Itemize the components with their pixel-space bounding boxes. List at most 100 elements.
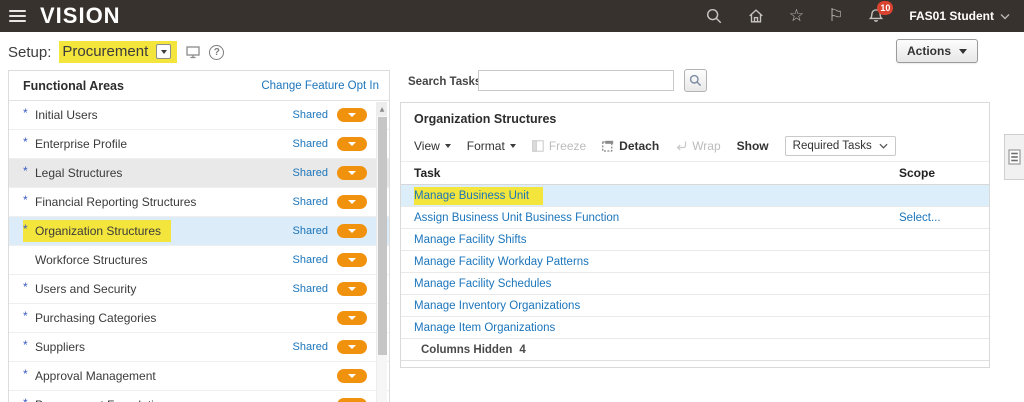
detach-button[interactable]: Detach (602, 139, 659, 153)
functional-area-label: Initial Users (35, 108, 98, 122)
setup-header-bar: Setup: Procurement ? Actions (0, 32, 1024, 70)
required-marker: * (23, 193, 28, 207)
favorites-star-icon[interactable]: ☆ (789, 7, 804, 25)
user-menu[interactable]: FAS01 Student (909, 9, 1010, 23)
area-actions-button[interactable] (337, 195, 367, 209)
offering-dropdown-button[interactable] (156, 44, 172, 59)
functional-area-row-purchasing-categories[interactable]: * Purchasing Categories (9, 304, 389, 333)
home-icon[interactable] (747, 7, 765, 25)
area-actions-button[interactable] (337, 311, 367, 325)
table-row-manage-item-organizations[interactable]: Manage Item Organizations (401, 317, 989, 339)
functional-areas-scrollbar[interactable]: ▲ (376, 102, 387, 402)
task-link[interactable]: Manage Item Organizations (414, 322, 555, 334)
task-link[interactable]: Manage Inventory Organizations (414, 300, 580, 312)
chevron-down-icon (959, 48, 967, 54)
hamburger-menu-icon[interactable] (9, 10, 26, 22)
functional-areas-title: Functional Areas (23, 78, 124, 93)
functional-areas-panel: Functional Areas Change Feature Opt In *… (8, 70, 390, 402)
help-icon[interactable]: ? (209, 44, 225, 60)
shared-link[interactable]: Shared (293, 196, 328, 208)
functional-area-label: Enterprise Profile (35, 137, 128, 151)
chevron-down-icon (348, 113, 356, 117)
shared-link[interactable]: Shared (293, 167, 328, 179)
change-feature-opt-in-link[interactable]: Change Feature Opt In (261, 80, 379, 92)
functional-area-label: Approval Management (35, 369, 156, 383)
chevron-down-icon (348, 142, 356, 146)
functional-area-label: Purchasing Categories (35, 311, 157, 325)
table-row-manage-inventory-organizations[interactable]: Manage Inventory Organizations (401, 295, 989, 317)
actions-button[interactable]: Actions (895, 39, 978, 63)
search-icon[interactable] (705, 7, 723, 25)
watchlist-flag-icon[interactable]: ⚐ (828, 7, 843, 25)
area-actions-button[interactable] (337, 253, 367, 267)
functional-area-row-initial-users[interactable]: * Initial Users Shared (9, 101, 389, 130)
shared-link[interactable]: Shared (293, 109, 328, 121)
functional-area-label: Workforce Structures (35, 253, 148, 267)
scope-select-link[interactable]: Select... (899, 212, 989, 224)
user-name: FAS01 Student (909, 9, 994, 23)
task-link[interactable]: Assign Business Unit Business Function (414, 212, 619, 224)
table-row-manage-facility-workday-patterns[interactable]: Manage Facility Workday Patterns (401, 251, 989, 273)
shared-link[interactable]: Shared (293, 283, 328, 295)
scrollbar-up-arrow[interactable]: ▲ (377, 102, 387, 116)
task-link[interactable]: Manage Facility Workday Patterns (414, 256, 589, 268)
offering-selector[interactable]: Procurement (59, 41, 178, 63)
wrap-button: Wrap (675, 139, 721, 153)
required-marker: * (23, 164, 28, 178)
table-row-manage-facility-shifts[interactable]: Manage Facility Shifts (401, 229, 989, 251)
notifications-bell-icon[interactable]: 10 (867, 1, 894, 25)
functional-area-row-organization-structures[interactable]: * Organization Structures Shared (9, 217, 389, 246)
functional-area-label: Financial Reporting Structures (35, 195, 197, 209)
announcements-icon[interactable] (185, 44, 201, 60)
functional-area-label: Users and Security (35, 282, 137, 296)
shared-link[interactable]: Shared (293, 138, 328, 150)
task-column-header[interactable]: Task (414, 166, 899, 180)
detach-icon (602, 140, 614, 152)
area-actions-button[interactable] (337, 166, 367, 180)
show-filter-select[interactable]: Required Tasks (784, 136, 896, 156)
area-actions-button[interactable] (337, 282, 367, 296)
functional-area-row-users-and-security[interactable]: * Users and Security Shared (9, 275, 389, 304)
area-actions-button[interactable] (337, 398, 367, 402)
area-actions-button[interactable] (337, 224, 367, 238)
table-row-assign-business-unit-business-function[interactable]: Assign Business Unit Business Function S… (401, 207, 989, 229)
functional-area-row-workforce-structures[interactable]: Workforce Structures Shared (9, 246, 389, 275)
area-actions-button[interactable] (337, 340, 367, 354)
scrollbar-thumb[interactable] (378, 117, 387, 355)
view-menu-button[interactable]: View (414, 139, 451, 153)
chevron-down-icon (348, 258, 356, 262)
shared-link[interactable]: Shared (293, 225, 328, 237)
topbar-icon-group: ☆ ⚐ 10 FAS01 Student (705, 1, 1024, 25)
table-row-manage-business-unit[interactable]: Manage Business Unit (401, 185, 989, 207)
area-actions-button[interactable] (337, 369, 367, 383)
search-tasks-button[interactable] (684, 69, 707, 92)
shared-link[interactable]: Shared (293, 341, 328, 353)
chevron-down-icon (348, 287, 356, 291)
functional-area-row-legal-structures[interactable]: * Legal Structures Shared (9, 159, 389, 188)
scope-column-header[interactable]: Scope (899, 166, 989, 180)
task-link[interactable]: Manage Business Unit (414, 186, 544, 205)
required-marker: * (23, 309, 28, 323)
functional-area-row-enterprise-profile[interactable]: * Enterprise Profile Shared (9, 130, 389, 159)
area-actions-button[interactable] (337, 108, 367, 122)
chevron-down-icon (348, 171, 356, 175)
task-list-side-tab[interactable] (1004, 134, 1024, 180)
actions-button-label: Actions (906, 44, 951, 58)
show-label: Show (736, 139, 769, 153)
show-filter-value: Required Tasks (792, 140, 872, 152)
table-toolbar: View Format Freeze Detach Wrap Show Requ… (401, 131, 989, 161)
functional-area-row-financial-reporting-structures[interactable]: * Financial Reporting Structures Shared (9, 188, 389, 217)
task-link[interactable]: Manage Facility Schedules (414, 278, 551, 290)
table-row-manage-facility-schedules[interactable]: Manage Facility Schedules (401, 273, 989, 295)
area-actions-button[interactable] (337, 137, 367, 151)
table-header-row: Task Scope (401, 161, 989, 185)
search-tasks-input[interactable] (478, 70, 674, 91)
functional-area-row-procurement-foundation[interactable]: *Procurement Foundation (9, 391, 389, 402)
required-marker: * (23, 338, 28, 352)
functional-area-row-approval-management[interactable]: * Approval Management (9, 362, 389, 391)
task-link[interactable]: Manage Facility Shifts (414, 234, 527, 246)
columns-hidden-row: Columns Hidden 4 (401, 339, 989, 361)
format-menu-button[interactable]: Format (467, 139, 516, 153)
shared-link[interactable]: Shared (293, 254, 328, 266)
functional-area-row-suppliers[interactable]: * Suppliers Shared (9, 333, 389, 362)
